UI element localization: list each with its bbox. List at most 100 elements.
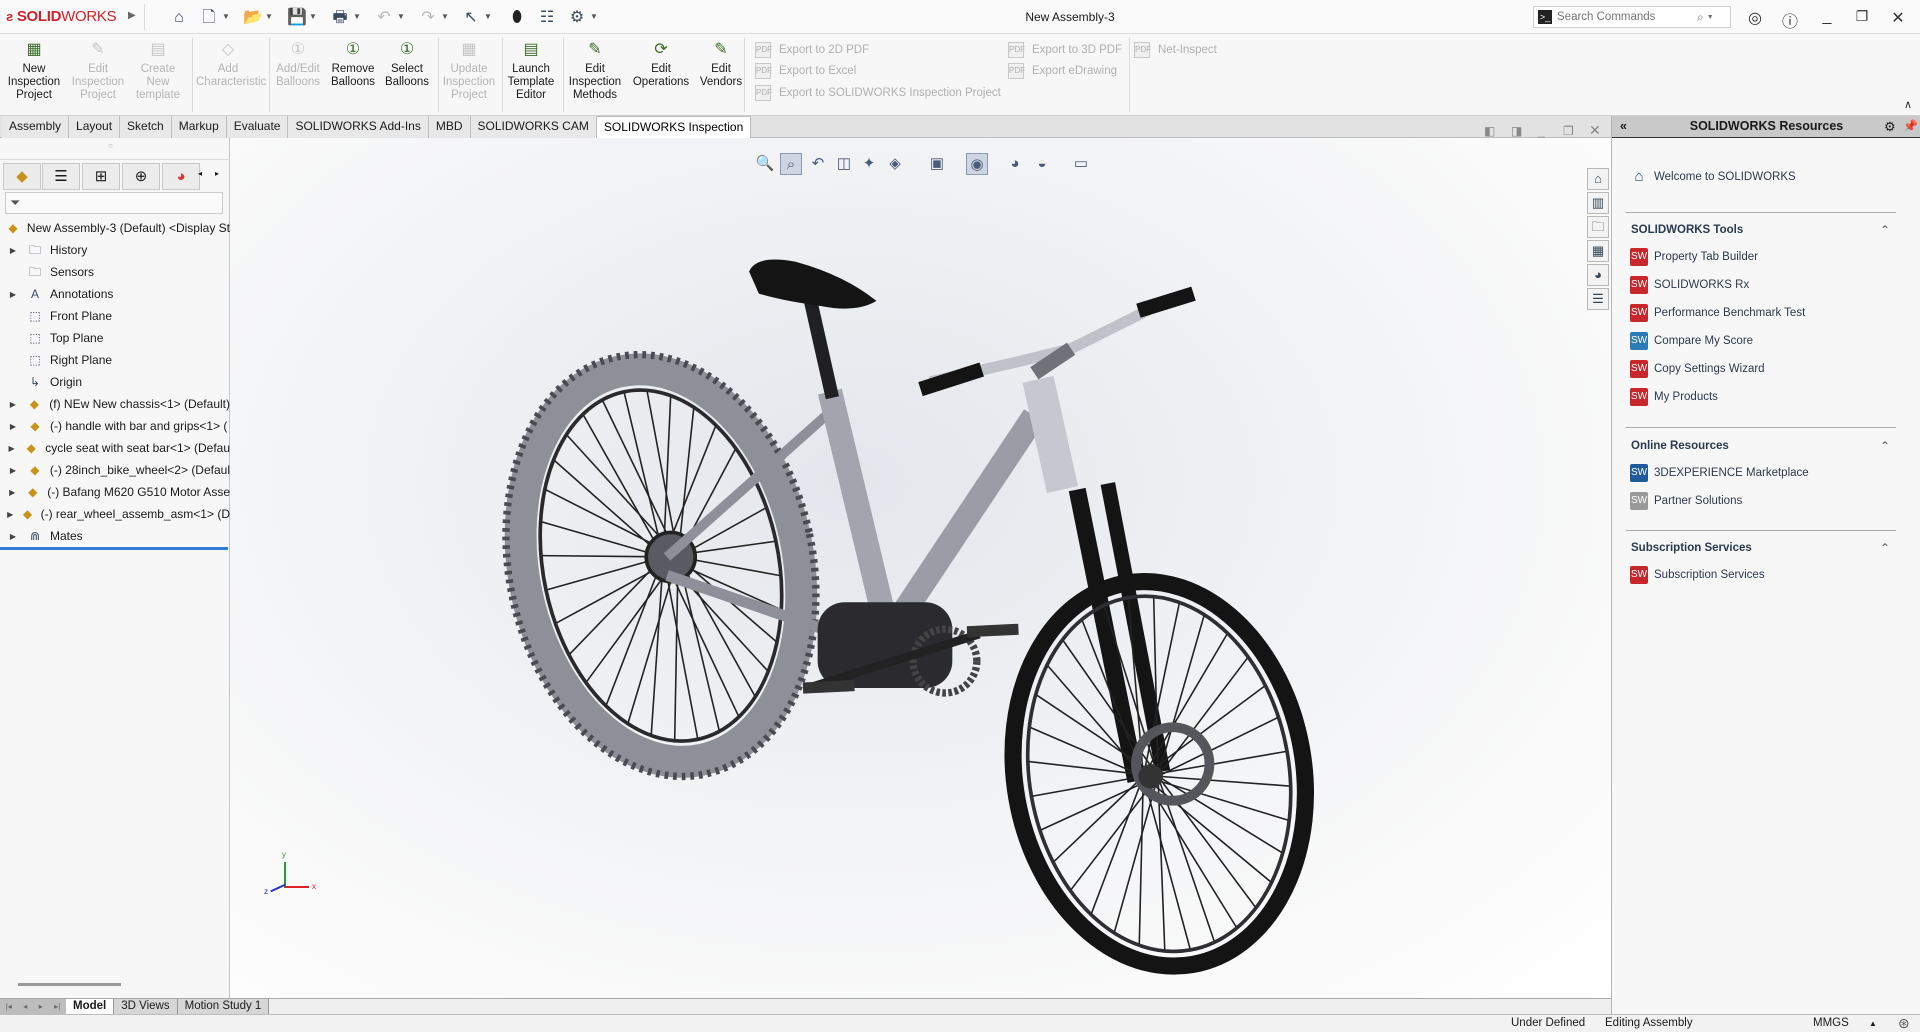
filter-icon[interactable]: ⏷ (5, 192, 223, 214)
redo-icon[interactable]: ↷ (419, 9, 437, 27)
search-icon[interactable]: ⌕ (1697, 10, 1704, 25)
tree-item[interactable]: ⬚ Front Plane (0, 305, 230, 327)
section-header-solidworks-tools[interactable]: SOLIDWORKS Tools (1631, 224, 1743, 236)
expand-arrow-icon[interactable]: ▶ (0, 290, 26, 299)
resource-link-solidworks-rx[interactable]: SW SOLIDWORKS Rx (1630, 276, 1749, 294)
units-dropdown-icon[interactable]: ▲ (1869, 1019, 1877, 1028)
view-previous-icon[interactable]: ◧ (1484, 124, 1495, 138)
user-account-icon[interactable]: ◎ (1744, 8, 1766, 28)
export-button-1[interactable]: PDF Export to Excel (755, 63, 856, 79)
view-next-icon[interactable]: ◨ (1511, 124, 1522, 138)
chevron-down-icon[interactable]: ▼ (265, 12, 273, 21)
collapse-section-icon[interactable]: ⌃ (1880, 541, 1890, 555)
expand-arrow-icon[interactable]: ▶ (0, 532, 26, 541)
tab-solidworks-cam[interactable]: SOLIDWORKS CAM (470, 116, 597, 138)
appearances-icon[interactable]: ◕ (1587, 264, 1609, 286)
resource-link-performance-benchmark-test[interactable]: SW Performance Benchmark Test (1630, 304, 1805, 322)
graphics-area[interactable]: 🔍 ⌕ ↶ ◫ ✦ ◈ ▣ ◉ ◕ ◒ ▭ y x z (230, 138, 1611, 998)
rebuild-traffic-light-icon[interactable]: ⬮ (508, 9, 526, 27)
help-icon[interactable]: ⓘ (1779, 8, 1801, 32)
ribbon-button-edit-inspection-project[interactable]: ✎ Edit Inspection Project (66, 40, 130, 102)
expand-arrow-icon[interactable]: ▶ (0, 488, 24, 497)
expand-arrow-icon[interactable]: ▶ (0, 510, 20, 519)
select-icon[interactable]: ↖ (462, 9, 480, 27)
export-button-2[interactable]: PDF Export to SOLIDWORKS Inspection Proje… (755, 85, 1001, 101)
file-properties-icon[interactable]: ☷ (538, 9, 556, 27)
bike-assembly-model[interactable] (230, 138, 1611, 998)
export-button-4[interactable]: PDF Export eDrawing (1008, 63, 1117, 79)
tab-scroll-right-icon[interactable]: ▸ (215, 169, 219, 178)
viewport-restore-button[interactable]: ❐ (1563, 124, 1574, 138)
ribbon-button-edit-inspection-methods[interactable]: ✎ Edit Inspection Methods (563, 40, 627, 102)
property-manager-tab-icon[interactable]: ☰ (42, 163, 80, 190)
open-icon[interactable]: 📂 (243, 9, 263, 27)
units-selector[interactable]: MMGS (1813, 1017, 1849, 1029)
tab-layout[interactable]: Layout (69, 116, 121, 138)
tree-item[interactable]: 🗀 Sensors (0, 261, 230, 283)
restore-button[interactable]: ❐ (1851, 8, 1873, 25)
viewport-minimize-button[interactable]: _ (1538, 124, 1545, 138)
expand-arrow-icon[interactable]: ▶ (0, 422, 26, 431)
close-button[interactable]: ✕ (1887, 8, 1909, 28)
bottom-tab-motion-study-1[interactable]: Motion Study 1 (177, 999, 270, 1015)
tab-mbd[interactable]: MBD (428, 116, 471, 138)
tab-scroll-left-icon[interactable]: ◂ (198, 169, 202, 178)
panel-splitter[interactable]: ○ (0, 138, 230, 160)
minimize-button[interactable]: _ (1816, 8, 1838, 26)
chevron-down-icon[interactable]: ▼ (590, 12, 598, 21)
chevron-down-icon[interactable]: ▼ (1707, 14, 1714, 21)
resources-home-icon[interactable]: ⌂ (1587, 168, 1609, 190)
chevron-down-icon[interactable]: ▼ (309, 12, 317, 21)
viewport-close-button[interactable]: ✕ (1589, 122, 1601, 139)
tab-solidworks-inspection[interactable]: SOLIDWORKS Inspection (596, 116, 752, 138)
chevron-down-icon[interactable]: ▼ (222, 12, 230, 21)
bottom-tab-model[interactable]: Model (66, 999, 115, 1015)
ribbon-button-edit-operations[interactable]: ⟳ Edit Operations (629, 40, 693, 89)
tab-markup[interactable]: Markup (171, 116, 227, 138)
chevron-down-icon[interactable]: ▼ (484, 12, 492, 21)
ribbon-button-update-inspection-project[interactable]: ▦ Update Inspection Project (437, 40, 501, 102)
tree-item[interactable]: ▶ ⋒ Mates (0, 525, 230, 547)
tree-item[interactable]: ▶ ◆ (-) 28inch_bike_wheel<2> (Defaul (0, 459, 230, 481)
resource-link-subscription-services[interactable]: SW Subscription Services (1630, 566, 1765, 584)
undo-icon[interactable]: ↶ (375, 9, 393, 27)
tree-item[interactable]: ▶ 🗀 History (0, 239, 230, 261)
rollback-bar[interactable] (0, 547, 228, 550)
tree-item[interactable]: ▶ ◆ (f) NEw New chassis<1> (Default) (0, 393, 230, 415)
ribbon-button-add-characteristic[interactable]: ◇ Add Characteristic (196, 40, 266, 89)
resource-link-partner-solutions[interactable]: SW Partner Solutions (1630, 492, 1742, 510)
tree-item[interactable]: ▶ ◆ cycle seat with seat bar<1> (Defau (0, 437, 230, 459)
horizontal-scrollbar[interactable] (18, 983, 121, 986)
resource-link-3dexperience-marketplace[interactable]: SW 3DEXPERIENCE Marketplace (1630, 464, 1809, 482)
print-icon[interactable]: 🖶 (331, 9, 349, 27)
collapse-task-pane-icon[interactable]: « (1620, 116, 1627, 137)
collapse-ribbon-icon[interactable]: ∧ (1904, 98, 1912, 111)
tree-item[interactable]: ▶ ◆ (-) handle with bar and grips<1> ( (0, 415, 230, 437)
menu-expand-arrow-icon[interactable]: ▶ (128, 10, 136, 21)
view-palette-icon[interactable]: ▦ (1587, 240, 1609, 262)
resource-link-compare-my-score[interactable]: SW Compare My Score (1630, 332, 1753, 350)
ribbon-button-select-balloons[interactable]: ① Select Balloons (375, 40, 439, 89)
display-manager-tab-icon[interactable]: ◕ (162, 163, 200, 190)
tree-item[interactable]: ▶ ◆ (-) Bafang M620 G510 Motor Asse (0, 481, 230, 503)
tree-item[interactable]: ▶ A Annotations (0, 283, 230, 305)
options-gear-icon[interactable]: ⚙ (568, 9, 586, 27)
ribbon-button-launch-template-editor[interactable]: ▤ Launch Template Editor (499, 40, 563, 102)
solidworks-logo[interactable]: ƨ SOLIDWORKS (6, 8, 117, 25)
configuration-manager-tab-icon[interactable]: ⊞ (82, 163, 120, 190)
dimxpert-manager-tab-icon[interactable]: ⊕ (122, 163, 160, 190)
feature-manager-tab-icon[interactable]: ◆ (3, 163, 41, 190)
expand-arrow-icon[interactable]: ▶ (0, 400, 26, 409)
section-header-subscription-services[interactable]: Subscription Services (1631, 542, 1752, 554)
search-commands-box[interactable]: >_ ⌕▼ (1533, 6, 1731, 28)
search-commands-input[interactable] (1557, 11, 1697, 23)
collapse-section-icon[interactable]: ⌃ (1880, 223, 1890, 237)
export-button-0[interactable]: PDF Export to 2D PDF (755, 42, 869, 58)
home-icon[interactable]: ⌂ (170, 9, 188, 27)
export-button-5[interactable]: PDF Net-Inspect (1134, 42, 1217, 58)
new-document-icon[interactable]: 🗋 (200, 9, 218, 27)
custom-properties-icon[interactable]: ☰ (1587, 288, 1609, 310)
expand-arrow-icon[interactable]: ▶ (0, 246, 26, 255)
export-button-3[interactable]: PDF Export to 3D PDF (1008, 42, 1122, 58)
tab-sketch[interactable]: Sketch (120, 116, 172, 138)
